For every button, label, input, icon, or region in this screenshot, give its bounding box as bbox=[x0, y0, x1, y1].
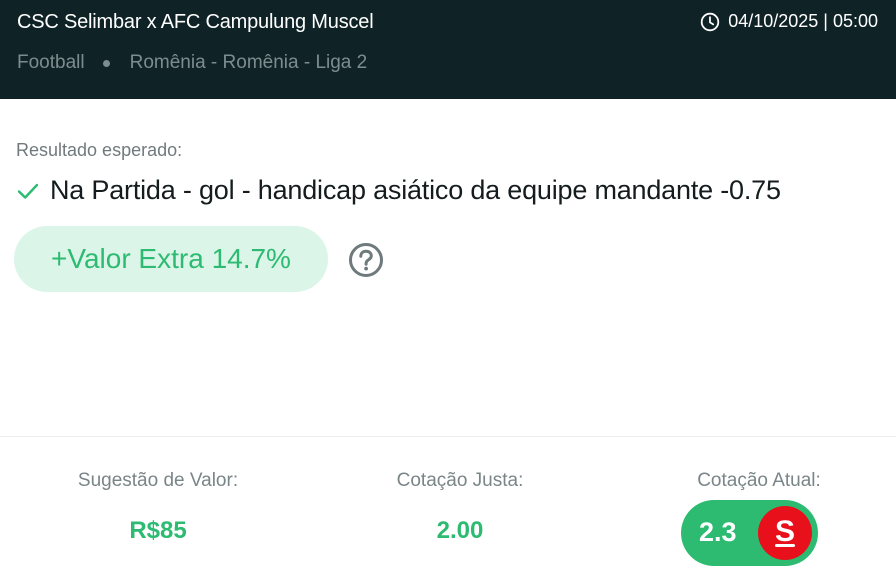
section-divider bbox=[0, 436, 896, 437]
breadcrumb-sport[interactable]: Football bbox=[17, 52, 85, 74]
bookmaker-logo-letter: S bbox=[774, 515, 795, 548]
prediction-text: Na Partida - gol - handicap asiático da … bbox=[50, 175, 781, 205]
datetime-text: 04/10/2025 | 05:00 bbox=[728, 11, 878, 31]
expected-result-label: Resultado esperado: bbox=[16, 140, 183, 160]
question-circle-icon[interactable] bbox=[348, 242, 384, 278]
check-icon bbox=[16, 179, 40, 203]
current-odds-label: Cotação Atual: bbox=[697, 470, 821, 491]
fair-odds-value: 2.00 bbox=[436, 517, 484, 544]
match-header: CSC Selimbar x AFC Campulung Muscel 04/1… bbox=[0, 0, 896, 99]
clock-icon bbox=[700, 12, 720, 32]
value-suggestion-amount: R$85 bbox=[129, 517, 187, 544]
prediction-row: Na Partida - gol - handicap asiático da … bbox=[16, 175, 781, 206]
current-odds-value: 2.3 bbox=[699, 517, 737, 547]
match-title: CSC Selimbar x AFC Campulung Muscel bbox=[17, 11, 374, 33]
breadcrumb: Football Romênia - Romênia - Liga 2 bbox=[17, 52, 367, 74]
breadcrumb-separator-dot bbox=[102, 59, 110, 67]
breadcrumb-competition[interactable]: Romênia - Romênia - Liga 2 bbox=[130, 52, 368, 74]
match-datetime: 04/10/2025 | 05:00 bbox=[700, 11, 878, 32]
extra-value-badge: +Valor Extra 14.7% bbox=[14, 226, 328, 292]
extra-value-text: +Valor Extra 14.7% bbox=[51, 243, 291, 274]
fair-odds-label: Cotação Justa: bbox=[396, 470, 524, 491]
bookmaker-logo: S bbox=[758, 506, 812, 560]
current-odds-button[interactable]: 2.3 S bbox=[681, 500, 818, 566]
value-suggestion-label: Sugestão de Valor: bbox=[77, 470, 239, 491]
bookmaker-logo-underline bbox=[775, 544, 795, 547]
